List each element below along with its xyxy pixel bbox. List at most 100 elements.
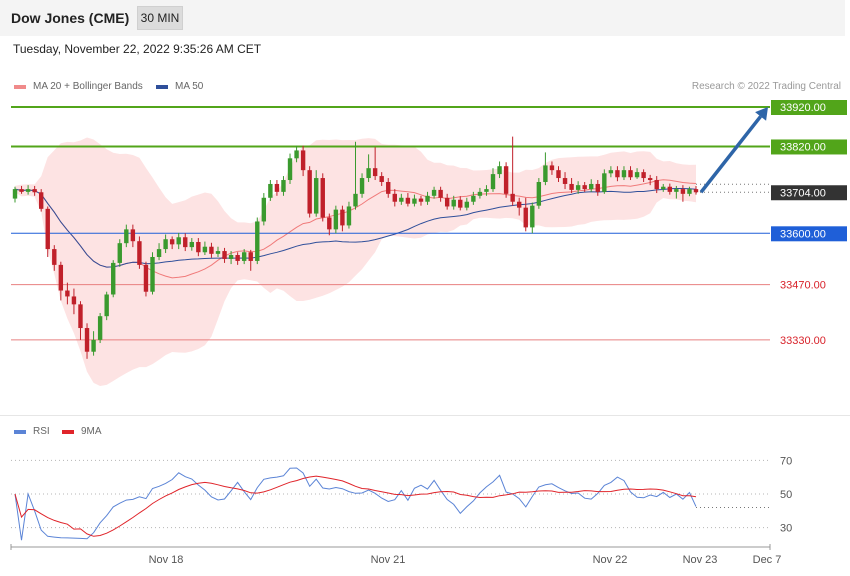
candle-body (12, 189, 18, 199)
candle-body (667, 186, 673, 192)
candle-body (209, 246, 214, 254)
candle-body (379, 176, 384, 182)
candle-body (438, 189, 443, 198)
candle-body (523, 207, 528, 228)
candle-body (52, 249, 57, 265)
candle-body (84, 328, 90, 352)
candle-body (45, 208, 50, 250)
candle-body (300, 150, 306, 171)
candle-body (575, 185, 581, 190)
level-label-33820: 33820.00 (780, 141, 826, 153)
x-axis-label: Nov 23 (683, 554, 718, 566)
rsi-line (14, 467, 697, 541)
candle-body (143, 264, 149, 292)
candle-body (418, 198, 424, 202)
candle-body (366, 168, 371, 179)
candle-body (268, 183, 273, 198)
forecast-arrow-layer (699, 107, 768, 194)
candle-body (359, 178, 365, 194)
candle-body (189, 241, 194, 248)
candle-body (241, 252, 247, 261)
candle-body (654, 180, 659, 190)
candle-body (91, 339, 96, 352)
candle-body (235, 255, 240, 261)
candle-body (169, 239, 175, 245)
candle-body (228, 255, 234, 259)
candle-body (444, 197, 450, 207)
candle-body (294, 150, 299, 159)
candle-body (32, 189, 37, 193)
candle-body (510, 193, 515, 202)
candle-body (25, 189, 31, 192)
candle-body (19, 189, 24, 192)
candle-body (327, 217, 332, 230)
candle-body (372, 168, 378, 177)
candle-body (255, 221, 260, 261)
candle-body (156, 249, 162, 257)
candle-body (582, 185, 587, 190)
candle-body (281, 180, 286, 192)
candle-body (333, 209, 339, 230)
candle-body (320, 178, 325, 218)
candle-body (111, 262, 116, 295)
candle-body (124, 229, 129, 244)
candle-body (261, 197, 267, 222)
candle-body (425, 195, 430, 202)
candle-body (130, 229, 136, 242)
candle-body (58, 264, 64, 291)
candle-body (628, 170, 633, 178)
rsi-layer: 70 50 30 (11, 455, 792, 541)
candle-body (549, 165, 555, 171)
candle-body (202, 246, 208, 253)
candle-body (647, 178, 653, 181)
candle-body (412, 198, 417, 204)
candle-body (608, 170, 614, 174)
candle-body (307, 170, 312, 214)
candle-body (340, 209, 345, 226)
candle-body (497, 166, 502, 175)
candle-body (536, 181, 542, 206)
forecast-arrow-shaft (699, 115, 762, 194)
candle-body (556, 170, 561, 179)
candle-body (530, 205, 535, 228)
candle-body (634, 172, 640, 178)
candle-body (215, 251, 221, 254)
candle-body (477, 191, 483, 196)
candle-body (490, 174, 496, 190)
x-axis-label: Nov 22 (593, 554, 628, 566)
candle-body (117, 243, 122, 263)
candle-body (484, 189, 489, 192)
x-axis-label: Nov 18 (149, 554, 184, 566)
candle-body (71, 296, 77, 305)
candle-body (517, 201, 522, 208)
candle-body (392, 193, 397, 202)
candle-body (163, 239, 168, 250)
candle-body (97, 316, 103, 340)
candle-body (274, 183, 280, 192)
candle-body (451, 199, 456, 207)
level-label-33600: 33600.00 (780, 228, 826, 240)
candle-body (569, 183, 574, 190)
rsi-tick-30: 30 (780, 523, 792, 535)
candle-body (471, 195, 476, 202)
candle-body (222, 251, 227, 259)
candle-body (314, 178, 319, 214)
candle-body (503, 166, 509, 194)
candle-body (183, 237, 188, 248)
candle-body (687, 189, 692, 194)
candle-body (464, 201, 470, 208)
level-label-33470: 33470.00 (780, 280, 826, 292)
candle-body (680, 189, 686, 194)
candle-body (78, 304, 83, 329)
candle-body (176, 237, 181, 245)
candle-body (562, 178, 568, 184)
x-axis-layer: Nov 18 Nov 21 Nov 22 Nov 23 Dec 7 (10, 544, 781, 566)
candle-body (137, 241, 142, 265)
candle-body (543, 165, 548, 182)
candle-body (621, 170, 627, 178)
level-label-33704: 33704.00 (780, 187, 826, 199)
candle-body (458, 199, 463, 208)
candle-body (353, 193, 358, 207)
candle-body (589, 183, 594, 190)
candle-body (150, 256, 155, 292)
